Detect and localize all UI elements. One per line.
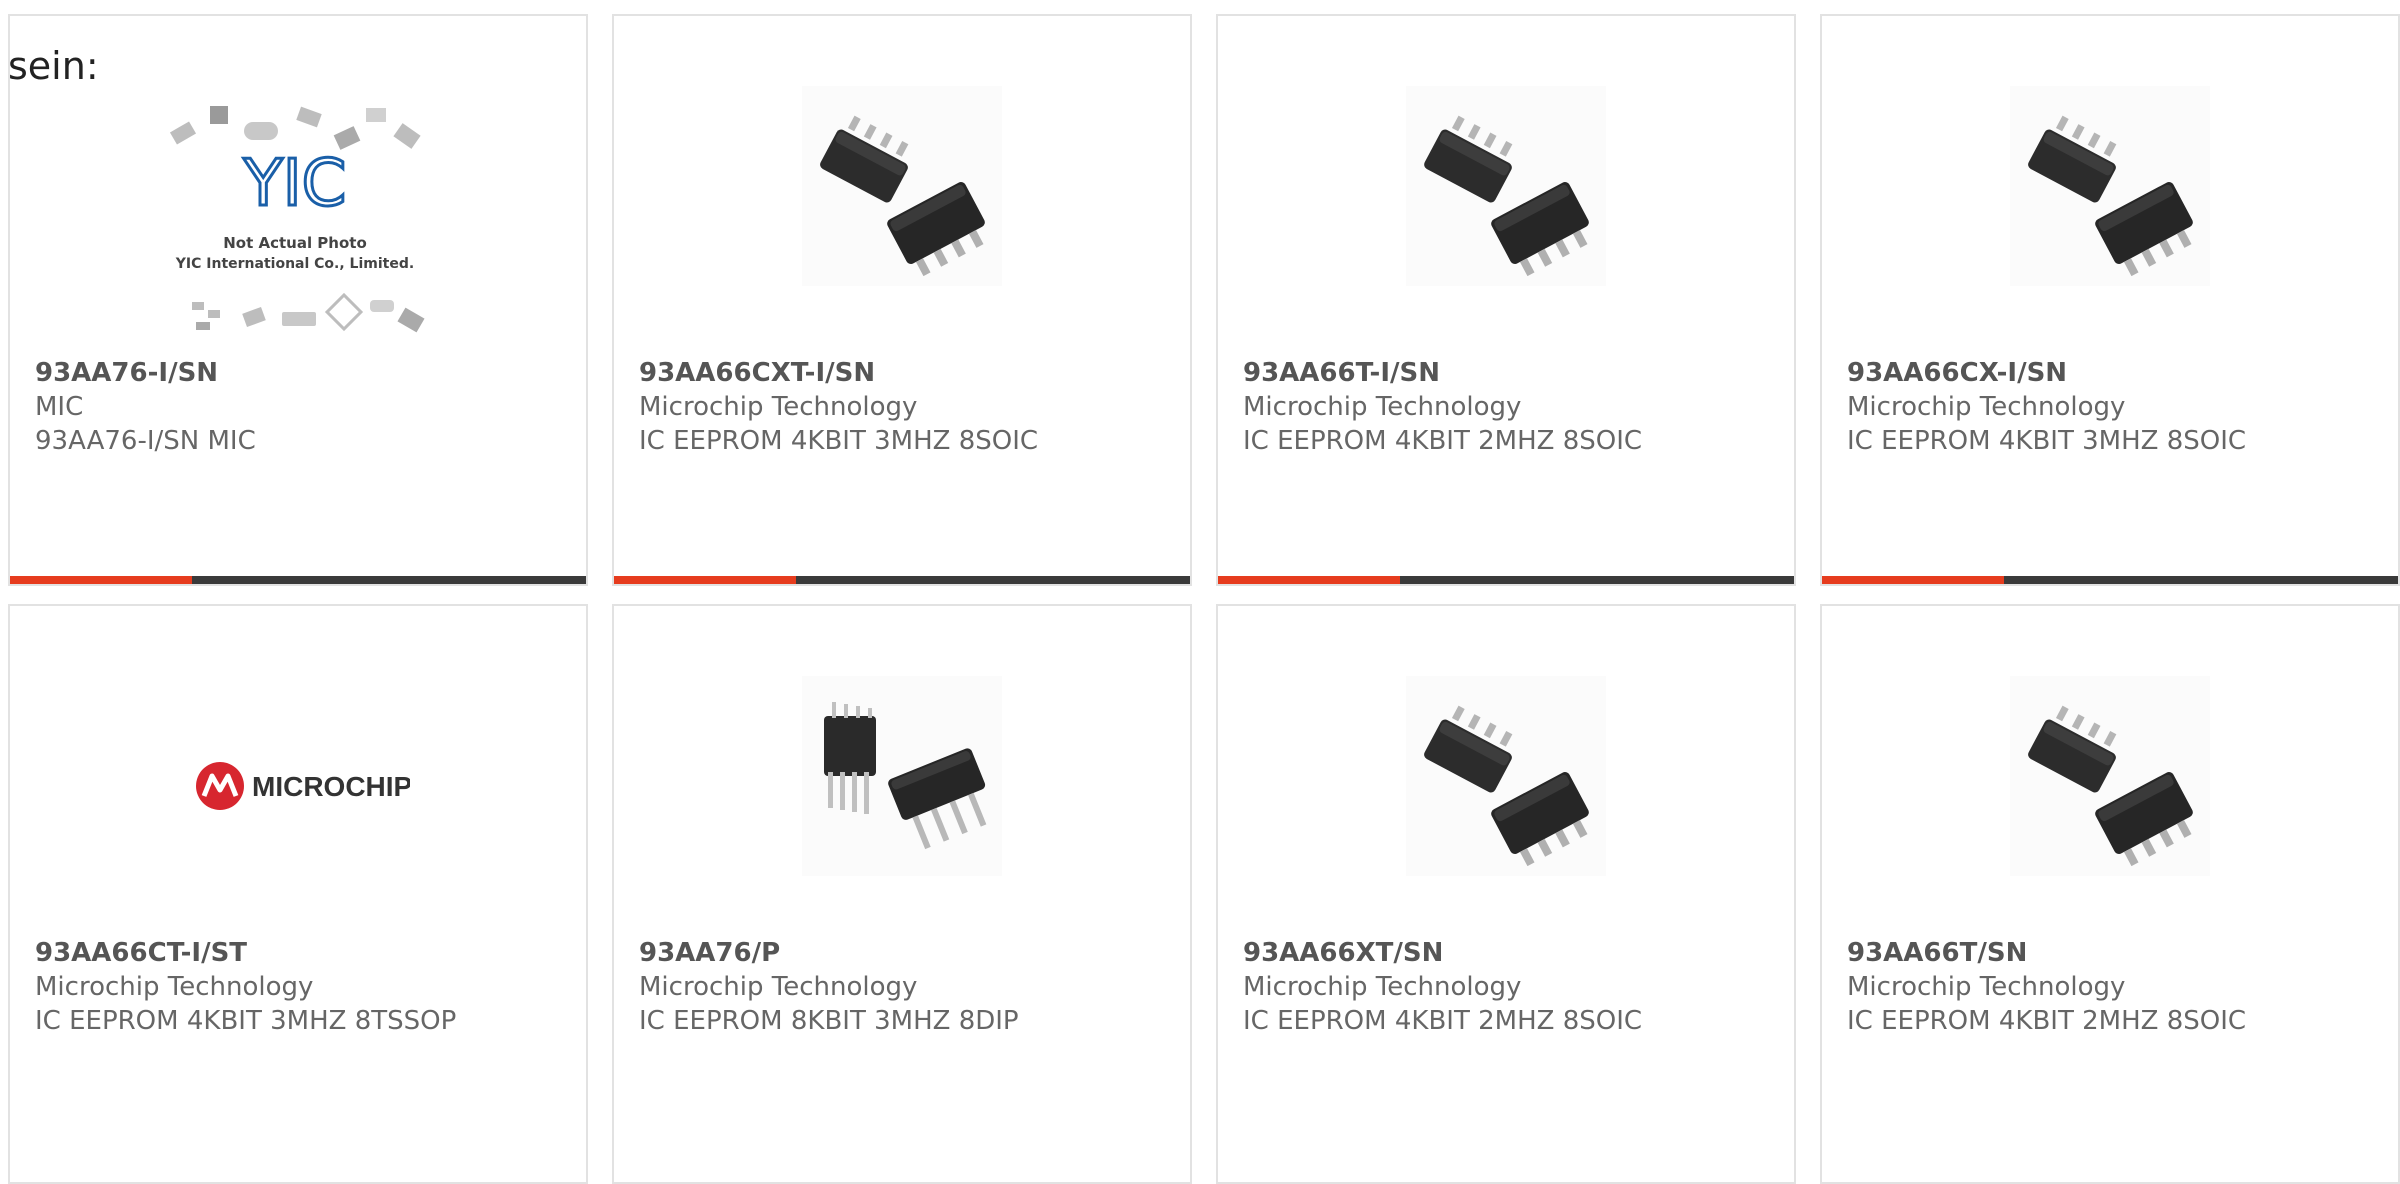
part-number-link[interactable]: 93AA66CX-I/SN (1847, 356, 2388, 390)
product-card[interactable]: YIC Not Actual Photo YIC International C… (8, 14, 588, 586)
product-image[interactable] (802, 676, 1002, 876)
product-image[interactable] (1406, 86, 1606, 286)
manufacturer: Microchip Technology (1243, 972, 1522, 1002)
part-number-link[interactable]: 93AA66T/SN (1847, 936, 2388, 970)
description: IC EEPROM 4KBIT 3MHZ 8SOIC (639, 426, 1039, 456)
manufacturer: Microchip Technology (1847, 392, 2126, 422)
yic-placeholder-photo-icon: YIC Not Actual Photo YIC International C… (169, 106, 425, 333)
part-number-link[interactable]: 93AA66T-I/SN (1243, 356, 1784, 390)
manufacturer: Microchip Technology (1847, 972, 2126, 1002)
part-number-link[interactable]: 93AA76-I/SN (35, 356, 576, 390)
product-card[interactable]: 93AA66T-I/SN Microchip Technology IC EEP… (1216, 14, 1796, 586)
soic-chip-icon (1422, 705, 1591, 867)
manufacturer: Microchip Technology (639, 972, 918, 1002)
product-grid: YIC Not Actual Photo YIC International C… (8, 14, 2400, 1184)
manufacturer: MIC (35, 392, 84, 422)
description: IC EEPROM 4KBIT 3MHZ 8SOIC (1847, 426, 2247, 456)
product-card[interactable]: 93AA76/P Microchip Technology IC EEPROM … (612, 604, 1192, 1184)
description: 93AA76-I/SN MIC (35, 426, 256, 456)
part-number-link[interactable]: 93AA66XT/SN (1243, 936, 1784, 970)
product-card[interactable]: 93AA66T/SN Microchip Technology IC EEPRO… (1820, 604, 2400, 1184)
image-caption-2: YIC International Co., Limited. (175, 256, 414, 272)
part-number-link[interactable]: 93AA66CT-I/ST (35, 936, 576, 970)
yic-brand-text: YIC (243, 147, 347, 221)
description: IC EEPROM 4KBIT 2MHZ 8SOIC (1847, 1006, 2247, 1036)
manufacturer: Microchip Technology (35, 972, 314, 1002)
card-accent-bar (10, 576, 586, 584)
microchip-brand-text: MICROCHIP (252, 771, 410, 802)
soic-chip-icon (2026, 115, 2195, 277)
card-accent-bar (1822, 576, 2398, 584)
product-card[interactable]: 93AA66CXT-I/SN Microchip Technology IC E… (612, 14, 1192, 586)
soic-chip-icon (2026, 705, 2195, 867)
description: IC EEPROM 4KBIT 3MHZ 8TSSOP (35, 1006, 457, 1036)
product-image[interactable] (2010, 86, 2210, 286)
product-card[interactable]: 93AA66XT/SN Microchip Technology IC EEPR… (1216, 604, 1796, 1184)
product-card[interactable]: 93AA66CX-I/SN Microchip Technology IC EE… (1820, 14, 2400, 586)
microchip-logo-icon: MICROCHIP (196, 762, 410, 810)
manufacturer: Microchip Technology (639, 392, 918, 422)
soic-chip-icon (818, 115, 987, 277)
part-number-link[interactable]: 93AA76/P (639, 936, 1180, 970)
description: IC EEPROM 4KBIT 2MHZ 8SOIC (1243, 426, 1643, 456)
description: IC EEPROM 4KBIT 2MHZ 8SOIC (1243, 1006, 1643, 1036)
card-accent-bar (1218, 576, 1794, 584)
product-image[interactable]: MICROCHIP (190, 746, 410, 826)
card-accent-bar (614, 576, 1190, 584)
product-image[interactable] (802, 86, 1002, 286)
image-caption-1: Not Actual Photo (223, 234, 367, 252)
intro-text: sein: (8, 44, 99, 88)
soic-chip-icon (1422, 115, 1591, 277)
description: IC EEPROM 8KBIT 3MHZ 8DIP (639, 1006, 1019, 1036)
part-number-link[interactable]: 93AA66CXT-I/SN (639, 356, 1180, 390)
dip-chip-icon (824, 702, 987, 850)
manufacturer: Microchip Technology (1243, 392, 1522, 422)
product-image[interactable] (2010, 676, 2210, 876)
product-card[interactable]: MICROCHIP 93AA66CT-I/ST Microchip Techno… (8, 604, 588, 1184)
product-image[interactable]: YIC Not Actual Photo YIC International C… (150, 100, 440, 348)
product-image[interactable] (1406, 676, 1606, 876)
